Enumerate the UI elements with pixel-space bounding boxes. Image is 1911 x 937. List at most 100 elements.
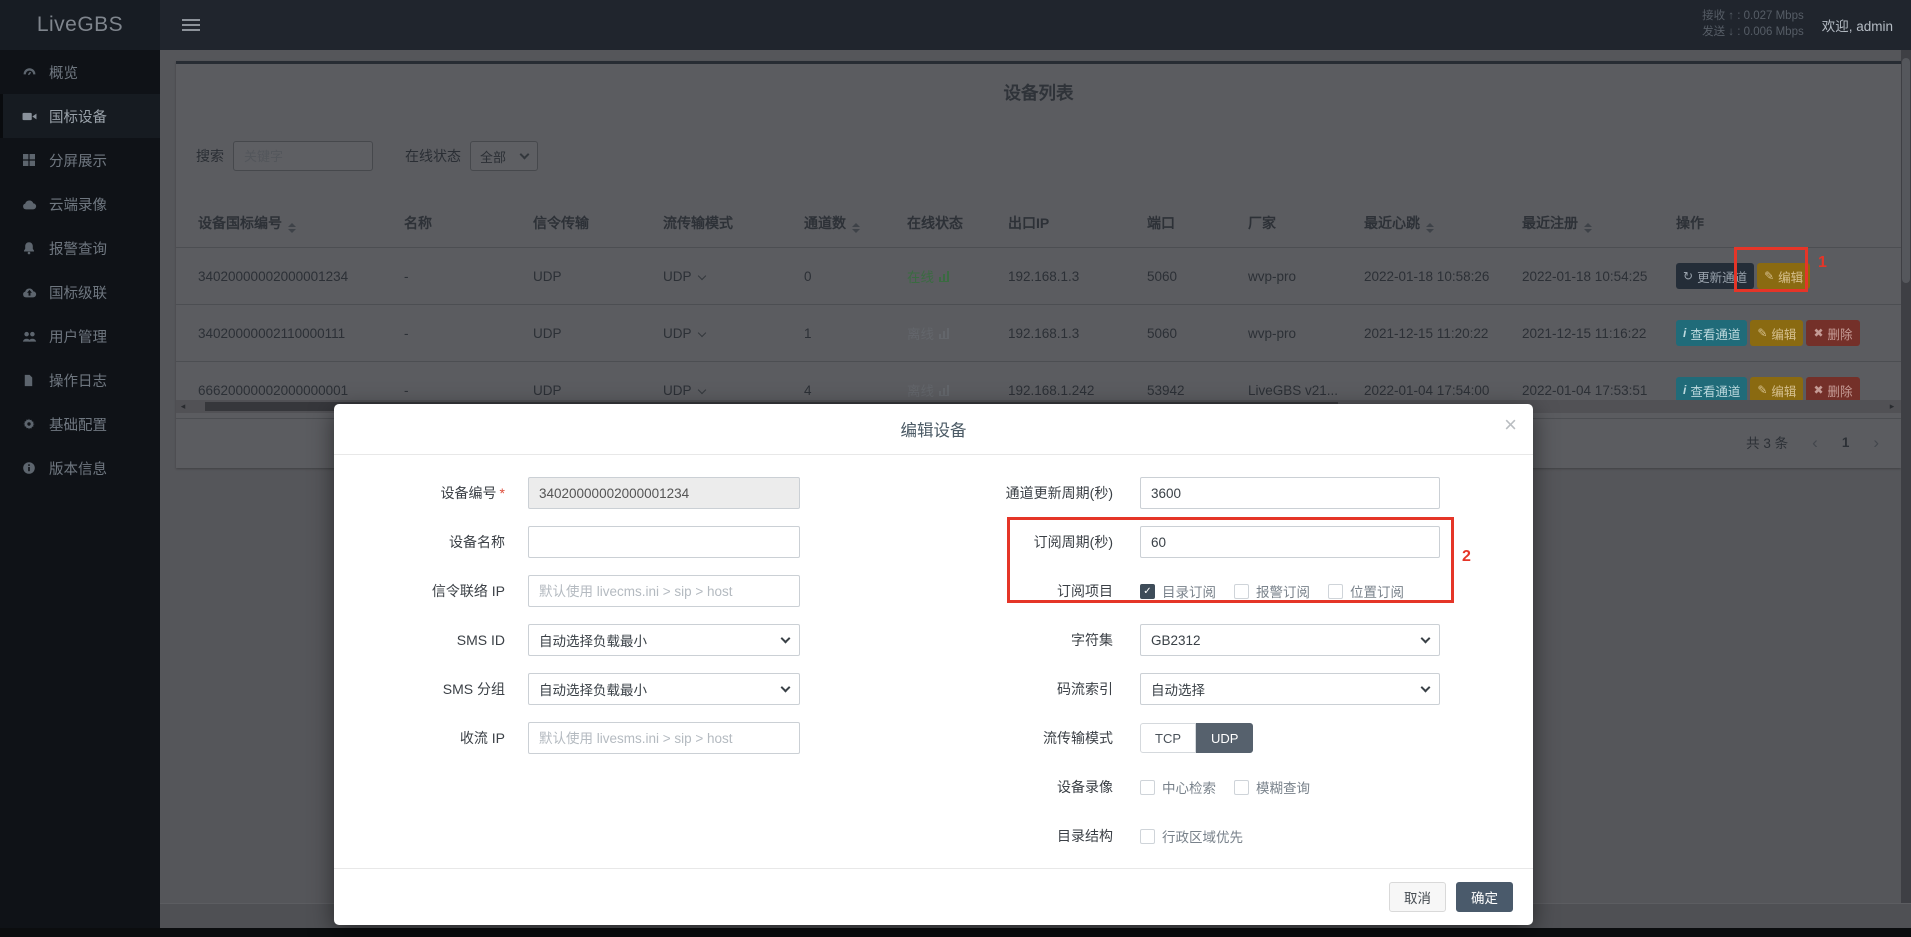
sidebar-item-cloud-record[interactable]: 云端录像 (0, 182, 160, 226)
modal-header: 编辑设备 × (334, 404, 1533, 455)
stream-index-select[interactable]: 自动选择 (1140, 673, 1440, 705)
network-stats: 接收 ↑ : 0.027 Mbps 发送 ↓ : 0.006 Mbps (1702, 10, 1804, 40)
info-icon: i (1683, 327, 1686, 339)
sms-group-select[interactable]: 自动选择负载最小 (528, 673, 800, 705)
sort-icon[interactable] (852, 223, 860, 233)
signal-ip-field[interactable] (528, 575, 800, 607)
sidebar-item-label: 国标设备 (49, 106, 107, 127)
scrollbar-thumb[interactable] (1902, 58, 1910, 283)
stream-mode-dropdown[interactable]: UDP (655, 305, 796, 362)
bar-chart-icon (939, 385, 949, 396)
gauge-icon (22, 65, 38, 80)
col-actions: 操作 (1668, 199, 1901, 248)
info-circle-icon (22, 461, 38, 475)
sidebar-item-alarm-query[interactable]: 报警查询 (0, 226, 160, 270)
subscribe-period-field[interactable] (1140, 526, 1440, 558)
sidebar-item-user-management[interactable]: 用户管理 (0, 314, 160, 358)
close-x-icon: ✖ (1813, 384, 1823, 396)
checkbox-icon (1140, 829, 1155, 844)
recv-ip-field[interactable] (528, 722, 800, 754)
annotation-number-1: 1 (1818, 254, 1827, 272)
checkbox-icon (1234, 780, 1249, 795)
device-id-field (528, 477, 800, 509)
window-edge (0, 928, 1911, 937)
col-vendor: 厂家 (1240, 199, 1356, 248)
col-port: 端口 (1139, 199, 1240, 248)
channel-refresh-field[interactable] (1140, 477, 1440, 509)
admin-region-checkbox[interactable]: 行政区域优先 (1140, 826, 1243, 846)
view-channels-button[interactable]: i查看通道 (1676, 320, 1747, 346)
sidebar-item-basic-config[interactable]: 基础配置 (0, 402, 160, 446)
charset-select[interactable]: GB2312 (1140, 624, 1440, 656)
edit-icon: ✎ (1757, 384, 1767, 396)
close-icon[interactable]: × (1504, 414, 1517, 436)
device-table: 设备国标编号 名称 信令传输 流传输模式 通道数 在线状态 出口IP 端口 厂家… (176, 199, 1901, 419)
chevron-down-icon (520, 149, 530, 159)
stream-mode-dropdown[interactable]: UDP (655, 248, 796, 305)
sort-icon[interactable] (1426, 223, 1434, 233)
col-registered[interactable]: 最近注册 (1514, 199, 1668, 248)
position-subscribe-checkbox[interactable]: 位置订阅 (1328, 581, 1404, 601)
sidebar-item-version-info[interactable]: 版本信息 (0, 446, 160, 490)
dir-structure-label: 目录结构 (953, 826, 1113, 846)
col-channels[interactable]: 通道数 (796, 199, 899, 248)
status-badge[interactable]: 在线 (907, 266, 949, 286)
stream-index-label: 码流索引 (953, 679, 1113, 699)
user-menu[interactable]: 欢迎, admin (1822, 15, 1893, 35)
stream-mode-label: 流传输模式 (953, 728, 1113, 748)
sidebar-item-label: 概览 (49, 62, 78, 83)
chevron-down-icon (781, 682, 791, 692)
col-device-id[interactable]: 设备国标编号 (176, 199, 396, 248)
col-heartbeat[interactable]: 最近心跳 (1356, 199, 1514, 248)
edit-button[interactable]: ✎编辑 (1750, 320, 1803, 346)
tcp-option[interactable]: TCP (1140, 723, 1196, 753)
device-id-label: 设备编号* (360, 483, 505, 503)
sidebar-item-operation-log[interactable]: 操作日志 (0, 358, 160, 402)
table-row: 34020000002000001234 - UDP UDP 0 在线 192.… (176, 248, 1901, 305)
table-header-row: 设备国标编号 名称 信令传输 流传输模式 通道数 在线状态 出口IP 端口 厂家… (176, 199, 1901, 248)
sort-icon[interactable] (288, 223, 296, 233)
modal-right-column: 通道更新周期(秒) 订阅周期(秒) 订阅项目 ✓目录订阅 报警订阅 位置订阅 字… (953, 477, 1513, 869)
recv-ip-label: 收流 IP (360, 728, 505, 748)
sidebar-toggle-icon[interactable] (182, 19, 200, 31)
sidebar-item-gb-cascade[interactable]: 国标级联 (0, 270, 160, 314)
delete-button[interactable]: ✖删除 (1806, 320, 1859, 346)
checkbox-checked-icon: ✓ (1140, 584, 1155, 599)
confirm-button[interactable]: 确定 (1456, 882, 1513, 912)
sort-icon[interactable] (1584, 223, 1592, 233)
udp-option[interactable]: UDP (1196, 723, 1253, 753)
prev-page-icon[interactable]: ‹ (1812, 434, 1818, 451)
sidebar-item-overview[interactable]: 概览 (0, 50, 160, 94)
pagination: 共 3 条 ‹ 1 › (1746, 432, 1879, 452)
filter-bar: 搜索 在线状态 全部 (196, 140, 538, 172)
sidebar-item-label: 操作日志 (49, 370, 107, 391)
cancel-button[interactable]: 取消 (1389, 882, 1446, 912)
alarm-subscribe-checkbox[interactable]: 报警订阅 (1234, 581, 1310, 601)
sidebar-item-split-screen[interactable]: 分屏展示 (0, 138, 160, 182)
catalog-subscribe-checkbox[interactable]: ✓目录订阅 (1140, 581, 1216, 601)
scroll-right-icon[interactable]: ▸ (1885, 401, 1899, 412)
col-exit-ip: 出口IP (1000, 199, 1139, 248)
sidebar-item-gb-devices[interactable]: 国标设备 (0, 94, 160, 138)
device-name-field[interactable] (528, 526, 800, 558)
modal-left-column: 设备编号* 设备名称 信令联络 IP SMS ID 自动选择负载最小 SMS 分… (360, 477, 830, 771)
col-online-status: 在线状态 (899, 199, 1000, 248)
next-page-icon[interactable]: › (1873, 434, 1879, 451)
sms-id-select[interactable]: 自动选择负载最小 (528, 624, 800, 656)
recv-rate: 接收 ↑ : 0.027 Mbps (1702, 10, 1804, 24)
stream-mode-toggle: TCP UDP (1140, 723, 1253, 753)
file-icon (22, 374, 38, 387)
cloud-upload-icon (22, 285, 38, 300)
chevron-down-icon (697, 385, 705, 393)
edit-device-modal: 编辑设备 × 设备编号* 设备名称 信令联络 IP SMS ID 自动选择负载最… (334, 404, 1533, 925)
center-search-checkbox[interactable]: 中心检索 (1140, 777, 1216, 797)
window-v-scrollbar[interactable] (1901, 50, 1911, 903)
search-input[interactable] (233, 141, 373, 171)
checkbox-icon (1234, 584, 1249, 599)
scroll-left-icon[interactable]: ◂ (176, 401, 190, 412)
edit-button[interactable]: ✎编辑 (1757, 263, 1810, 289)
online-status-select[interactable]: 全部 (470, 141, 538, 171)
page-number[interactable]: 1 (1842, 435, 1850, 450)
fuzzy-query-checkbox[interactable]: 模糊查询 (1234, 777, 1310, 797)
update-channels-button[interactable]: ↻更新通道 (1676, 263, 1754, 289)
